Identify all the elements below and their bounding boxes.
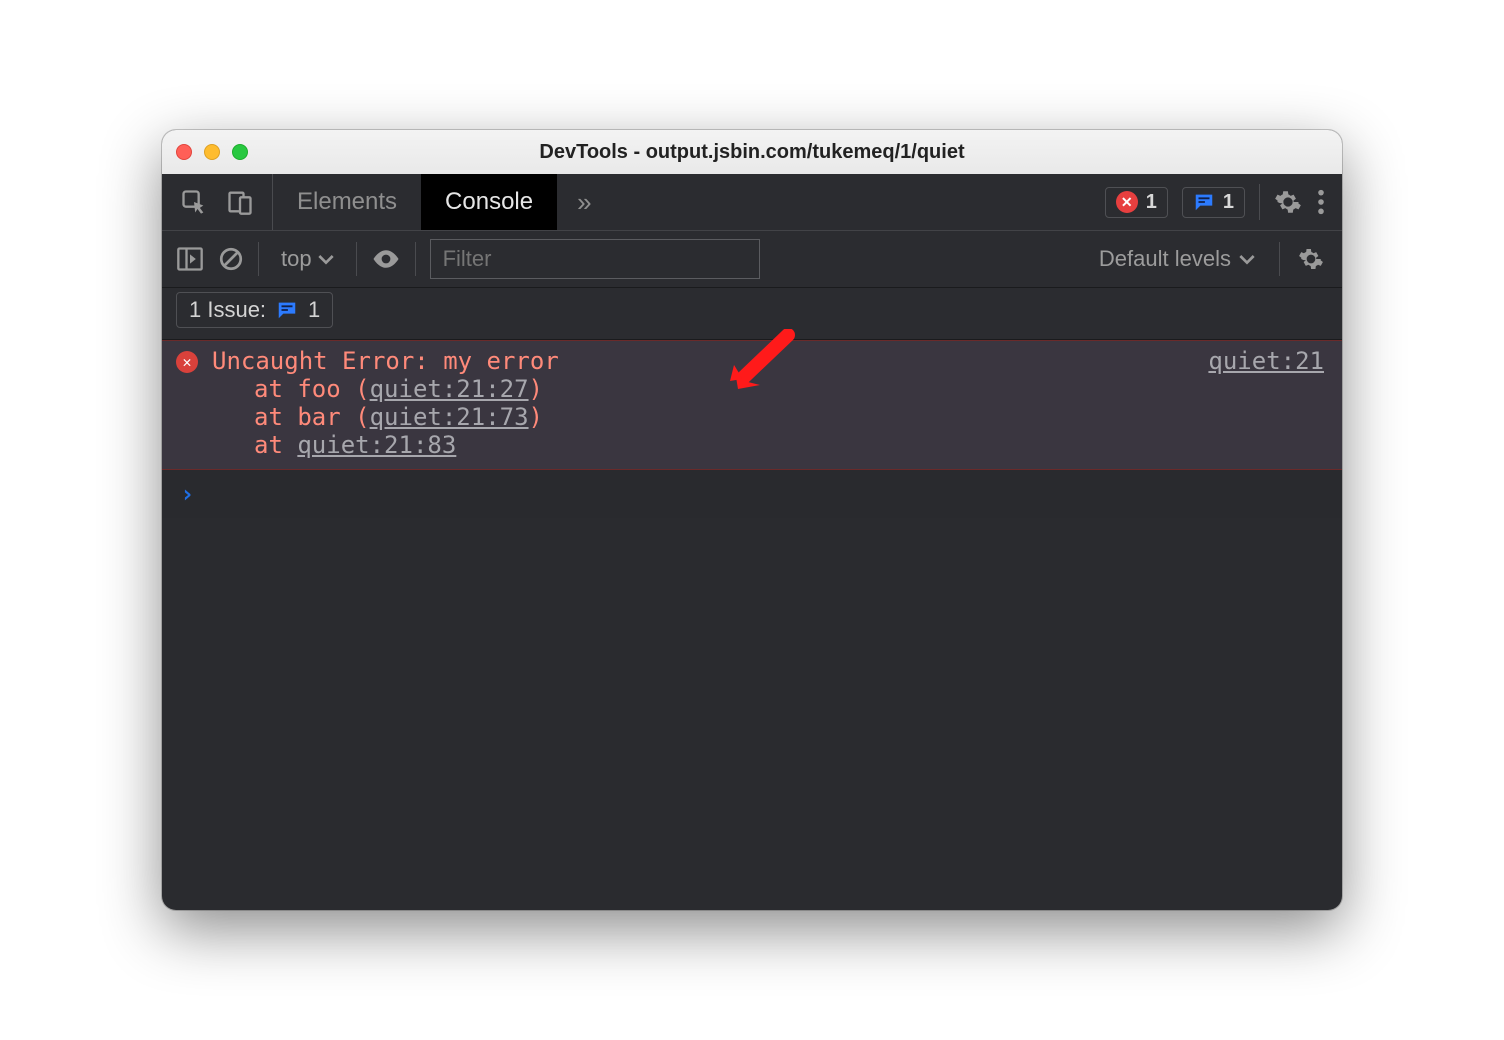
context-selector-label: top: [281, 246, 312, 272]
stack-location-link[interactable]: quiet:21:27: [370, 375, 529, 403]
divider: [258, 242, 259, 276]
tab-elements[interactable]: Elements: [273, 174, 421, 230]
chevron-down-icon: [1239, 246, 1255, 272]
console-toolbar: top Default levels: [162, 230, 1342, 288]
live-expression-eye-icon[interactable]: [371, 249, 401, 269]
tabs-overflow-button[interactable]: »: [557, 174, 611, 230]
window-maximize-button[interactable]: [232, 144, 248, 160]
chevron-double-right-icon: »: [577, 187, 591, 218]
divider: [1259, 184, 1260, 220]
issue-count: 1: [1223, 191, 1234, 214]
context-selector[interactable]: top: [273, 246, 342, 272]
window-close-button[interactable]: [176, 144, 192, 160]
inspect-element-icon[interactable]: [180, 188, 208, 216]
chevron-down-icon: [318, 246, 334, 272]
message-icon: [276, 299, 298, 321]
divider: [415, 242, 416, 276]
error-message: Uncaught Error: my error: [212, 347, 559, 375]
titlebar: DevTools - output.jsbin.com/tukemeq/1/qu…: [162, 130, 1342, 174]
stack-location-link[interactable]: quiet:21:73: [370, 403, 529, 431]
console-settings-gear-icon[interactable]: [1294, 246, 1328, 272]
kebab-menu-icon[interactable]: [1316, 188, 1326, 216]
tabstrip: Elements Console » ✕ 1 1: [162, 174, 1342, 230]
issues-pill[interactable]: 1 Issue: 1: [176, 292, 333, 328]
console-prompt[interactable]: ›: [162, 470, 1342, 518]
issues-bar: 1 Issue: 1: [162, 288, 1342, 340]
stack-frame: at foo (quiet:21:27): [254, 375, 1324, 403]
message-icon: [1193, 191, 1215, 213]
stack-frame: at quiet:21:83: [254, 431, 1324, 459]
toggle-sidebar-icon[interactable]: [176, 246, 204, 272]
prompt-chevron-icon: ›: [180, 480, 194, 508]
stack-frame: at bar (quiet:21:73): [254, 403, 1324, 431]
error-count: 1: [1146, 191, 1157, 214]
console-error-row[interactable]: ✕ Uncaught Error: my error quiet:21 at f…: [162, 340, 1342, 470]
window-minimize-button[interactable]: [204, 144, 220, 160]
error-badge-icon: ✕: [176, 351, 198, 373]
tab-elements-label: Elements: [297, 188, 397, 216]
issues-label: 1 Issue:: [189, 297, 266, 323]
filter-input[interactable]: [430, 239, 760, 279]
divider: [1279, 242, 1280, 276]
error-source-link[interactable]: quiet:21: [1208, 347, 1324, 375]
console-output: ✕ Uncaught Error: my error quiet:21 at f…: [162, 340, 1342, 518]
issues-count: 1: [308, 297, 320, 323]
stack-location-link[interactable]: quiet:21:83: [297, 431, 456, 459]
stack-trace: at foo (quiet:21:27) at bar (quiet:21:73…: [176, 375, 1324, 459]
clear-console-icon[interactable]: [218, 246, 244, 272]
error-count-pill[interactable]: ✕ 1: [1105, 187, 1168, 218]
tabstrip-left-icons: [162, 174, 273, 230]
error-icon: ✕: [1116, 191, 1138, 213]
settings-gear-icon[interactable]: [1274, 188, 1302, 216]
traffic-lights: [176, 144, 248, 160]
window-title: DevTools - output.jsbin.com/tukemeq/1/qu…: [162, 141, 1342, 164]
device-toolbar-icon[interactable]: [226, 188, 254, 216]
log-levels-label: Default levels: [1099, 246, 1231, 272]
devtools-window: DevTools - output.jsbin.com/tukemeq/1/qu…: [162, 130, 1342, 910]
tabstrip-right: ✕ 1 1: [1089, 174, 1342, 230]
tab-console-label: Console: [445, 188, 533, 216]
divider: [356, 242, 357, 276]
tab-console[interactable]: Console: [421, 174, 557, 230]
issue-count-pill[interactable]: 1: [1182, 187, 1245, 218]
log-levels-selector[interactable]: Default levels: [1099, 246, 1265, 272]
